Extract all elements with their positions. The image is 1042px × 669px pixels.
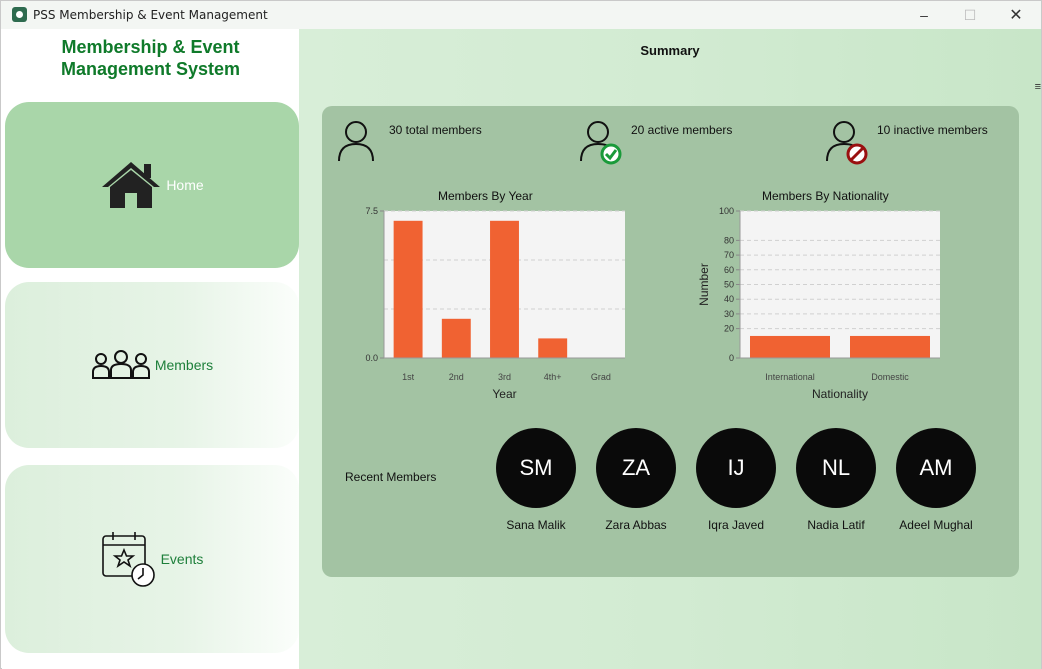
avatar-4[interactable]: AM <box>896 428 976 508</box>
avatar-2[interactable]: IJ <box>696 428 776 508</box>
title-bar: PSS Membership & Event Management – ☐ ✕ <box>1 1 1041 29</box>
x-tick-label: Grad <box>591 372 611 382</box>
bar <box>850 335 930 358</box>
sidebar: Membership & Event Management System Hom… <box>2 29 299 669</box>
y-tick-label: 7.5 <box>365 206 378 216</box>
user-blocked-icon <box>826 121 868 165</box>
members-icon <box>91 350 150 379</box>
events-calendar-icon <box>101 532 155 587</box>
x-tick-label: 4th+ <box>544 372 562 382</box>
y-tick-label: 30 <box>724 309 734 319</box>
y-tick-label: 0.0 <box>365 353 378 363</box>
summary-card: 30 total members 20 active members 10 in… <box>322 106 1019 577</box>
page-title: Summary <box>640 43 700 58</box>
stat-inactive-text: 10 inactive members <box>877 123 988 137</box>
chart-year: 0.0 7.5 1st 2nd 3rd 4th+ Grad Year <box>365 206 625 401</box>
avatar-name-4: Adeel Mughal <box>899 518 973 532</box>
nav-home-label: Home <box>166 177 204 193</box>
nav-events-button[interactable]: Events <box>5 465 299 653</box>
y-tick-label: 60 <box>724 265 734 275</box>
stat-inactive <box>824 120 870 171</box>
app-heading-line1: Membership & Event <box>61 37 240 57</box>
recent-members-label: Recent Members <box>345 470 437 484</box>
bar <box>490 220 519 358</box>
y-tick-label: 100 <box>719 206 734 216</box>
y-tick-label: 50 <box>724 280 734 290</box>
app-heading: Membership & Event Management System <box>2 36 299 80</box>
x-tick-label: 1st <box>402 372 415 382</box>
x-tick-label: International <box>765 372 815 382</box>
menu-icon[interactable]: ≡ <box>1035 81 1041 93</box>
avatar-name-1: Zara Abbas <box>605 518 667 532</box>
user-icon <box>338 121 374 162</box>
maximize-button[interactable]: ☐ <box>947 1 993 29</box>
main-panel: Summary ≡ 30 total members 20 active mem… <box>299 29 1041 669</box>
bar <box>441 318 471 358</box>
avatar-1[interactable]: ZA <box>596 428 676 508</box>
x-axis-label: Nationality <box>812 387 868 401</box>
avatar-name-0: Sana Malik <box>506 518 566 532</box>
bar <box>538 338 568 358</box>
nav-members-button[interactable]: Members <box>5 282 299 448</box>
avatar-name-2: Iqra Javed <box>707 518 765 532</box>
close-button[interactable]: ✕ <box>993 1 1039 29</box>
x-tick-label: 2nd <box>449 372 464 382</box>
nav-members-label: Members <box>154 357 214 373</box>
avatar-0[interactable]: SM <box>496 428 576 508</box>
bar <box>393 220 423 358</box>
stat-total-text: 30 total members <box>389 123 482 137</box>
x-axis-label: Year <box>492 387 516 401</box>
app-window: PSS Membership & Event Management – ☐ ✕ … <box>0 0 1042 669</box>
app-heading-line2: Management System <box>60 59 241 79</box>
stat-active <box>578 120 624 171</box>
chart-year-title: Members By Year <box>438 189 533 203</box>
nav-events-label: Events <box>160 551 204 567</box>
minimize-button[interactable]: – <box>901 1 947 29</box>
y-tick-label: 80 <box>724 235 734 245</box>
y-tick-label: 0 <box>729 353 734 363</box>
x-tick-label: 3rd <box>498 372 511 382</box>
y-tick-label: 20 <box>724 324 734 334</box>
y-tick-label: 70 <box>724 250 734 260</box>
x-tick-label: Domestic <box>871 372 909 382</box>
chart-nationality: 020304050607080100International DomesticN… <box>697 206 940 401</box>
avatar-3[interactable]: NL <box>796 428 876 508</box>
stat-total <box>336 120 378 169</box>
y-tick-label: 40 <box>724 294 734 304</box>
user-check-icon <box>580 121 622 165</box>
chart-nationality-title: Members By Nationality <box>762 189 889 203</box>
home-icon <box>102 162 161 208</box>
y-axis-label: Number <box>697 263 711 306</box>
bar <box>750 335 830 358</box>
avatar-name-3: Nadia Latif <box>807 518 865 532</box>
window-title: PSS Membership & Event Management <box>33 8 268 22</box>
stat-active-text: 20 active members <box>631 123 733 137</box>
app-logo-icon <box>12 7 27 22</box>
nav-home-button[interactable]: Home <box>5 102 299 268</box>
